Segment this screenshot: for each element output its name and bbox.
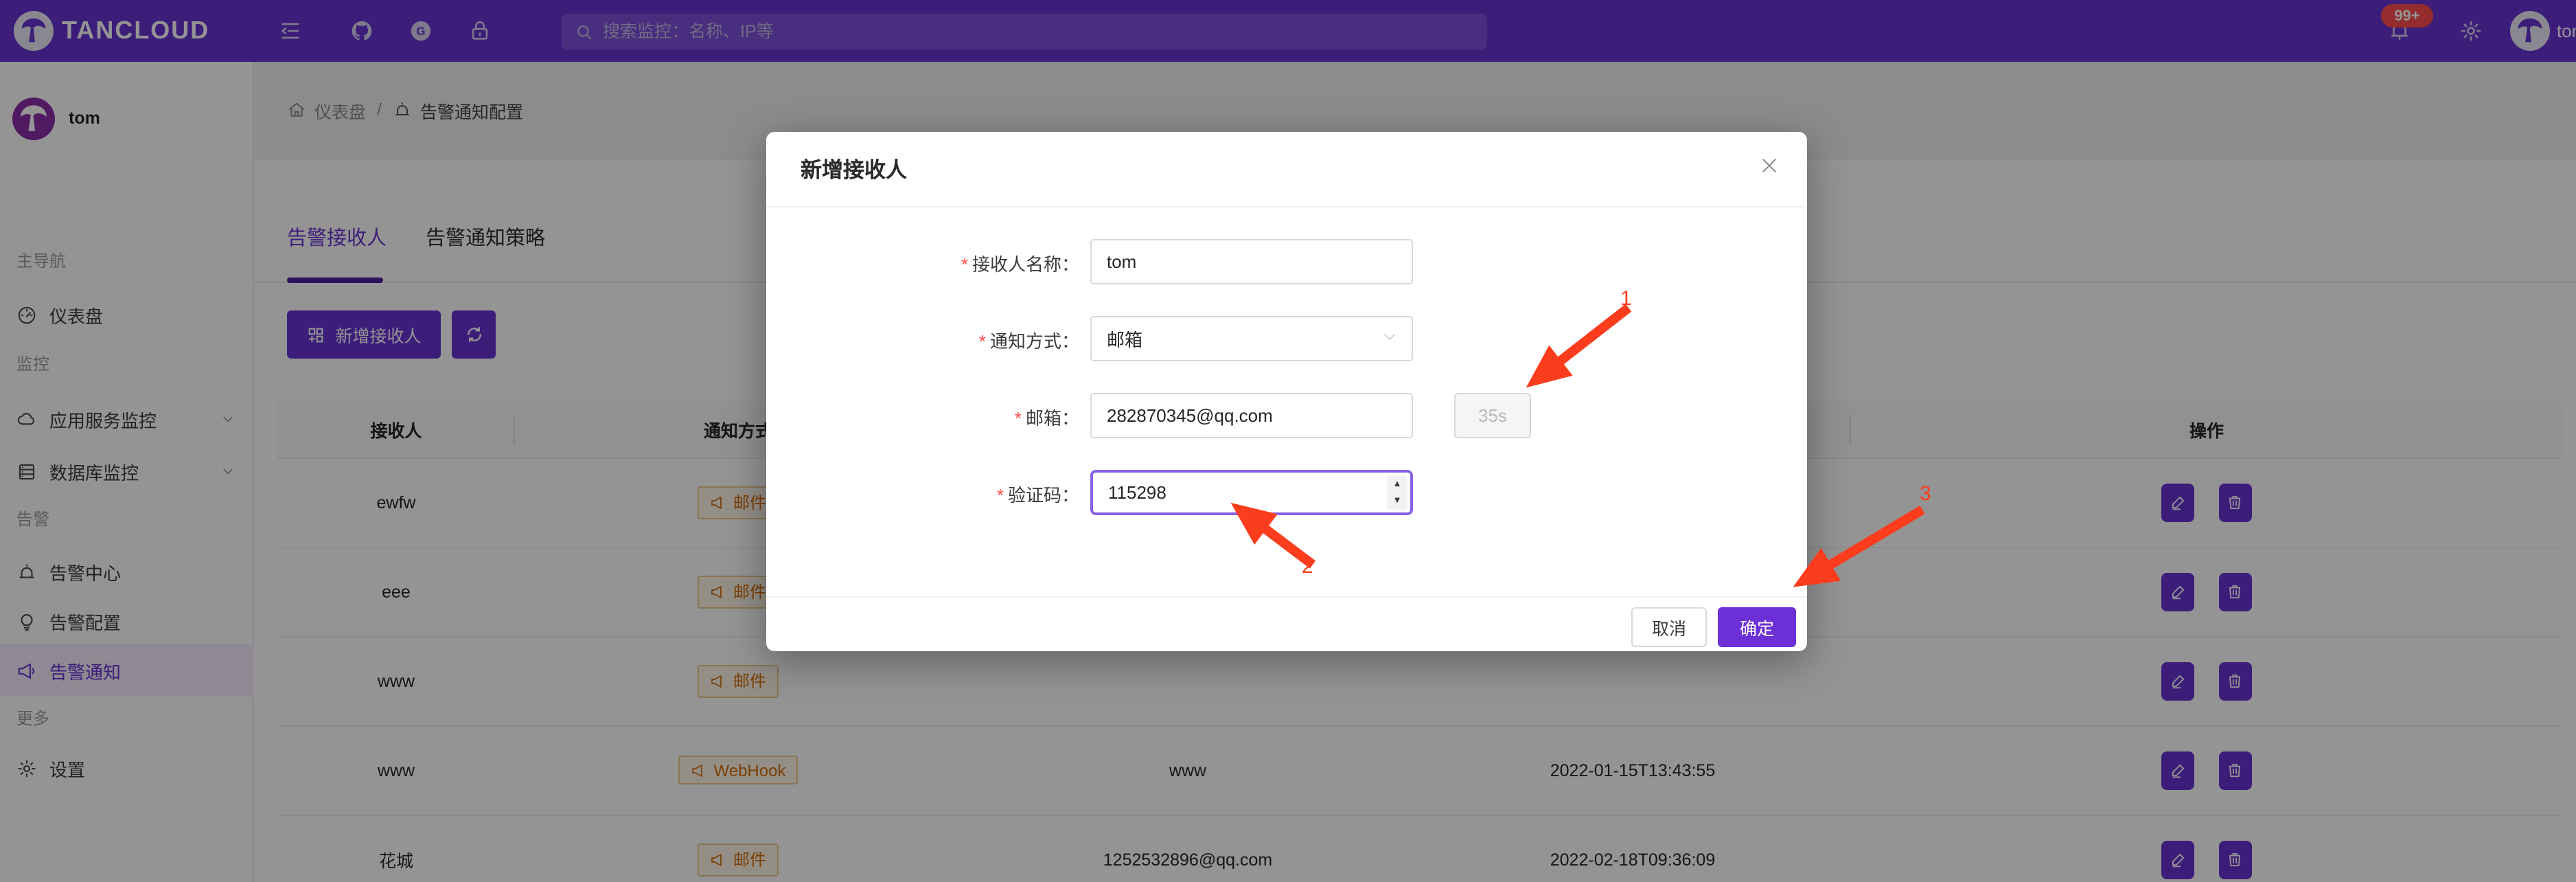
add-recipient-modal: 新增接收人 *接收人名称： *通知方式： 邮箱 *邮箱： 35s *验证码： (766, 132, 1807, 651)
close-icon[interactable] (1759, 155, 1784, 180)
modal-footer-divider (766, 596, 1807, 598)
spinner-up-icon[interactable]: ▲ (1387, 475, 1407, 493)
required-mark: * (1015, 408, 1022, 429)
chevron-down-icon (1381, 328, 1398, 349)
email-field-label: 邮箱： (1026, 408, 1079, 429)
code-field-label: 验证码： (1008, 485, 1079, 506)
notify-type-value: 邮箱 (1107, 326, 1142, 352)
email-input[interactable] (1090, 393, 1413, 438)
form-row-name: *接收人名称： (766, 239, 1807, 284)
name-field-label: 接收人名称： (972, 254, 1079, 275)
notify-field-label: 通知方式： (990, 331, 1079, 352)
form-row-notify-type: *通知方式： 邮箱 (766, 316, 1807, 361)
notify-type-select[interactable]: 邮箱 (1090, 316, 1413, 361)
modal-header-divider (766, 206, 1807, 207)
recipient-name-input[interactable] (1090, 239, 1413, 284)
required-mark: * (979, 331, 986, 352)
modal-title: 新增接收人 (801, 154, 907, 184)
form-row-email: *邮箱： 35s (766, 393, 1807, 438)
cancel-button[interactable]: 取消 (1631, 607, 1707, 647)
required-mark: * (961, 254, 968, 275)
confirm-button[interactable]: 确定 (1718, 607, 1796, 647)
verify-code-input[interactable] (1090, 470, 1413, 515)
number-spinner[interactable]: ▲ ▼ (1387, 475, 1407, 510)
required-mark: * (997, 485, 1004, 506)
form-row-code: *验证码： ▲ ▼ (766, 470, 1807, 515)
spinner-down-icon[interactable]: ▼ (1387, 493, 1407, 510)
send-code-countdown-button[interactable]: 35s (1454, 393, 1531, 438)
app-root: TANCLOUD G 99+ tom (0, 0, 2576, 882)
